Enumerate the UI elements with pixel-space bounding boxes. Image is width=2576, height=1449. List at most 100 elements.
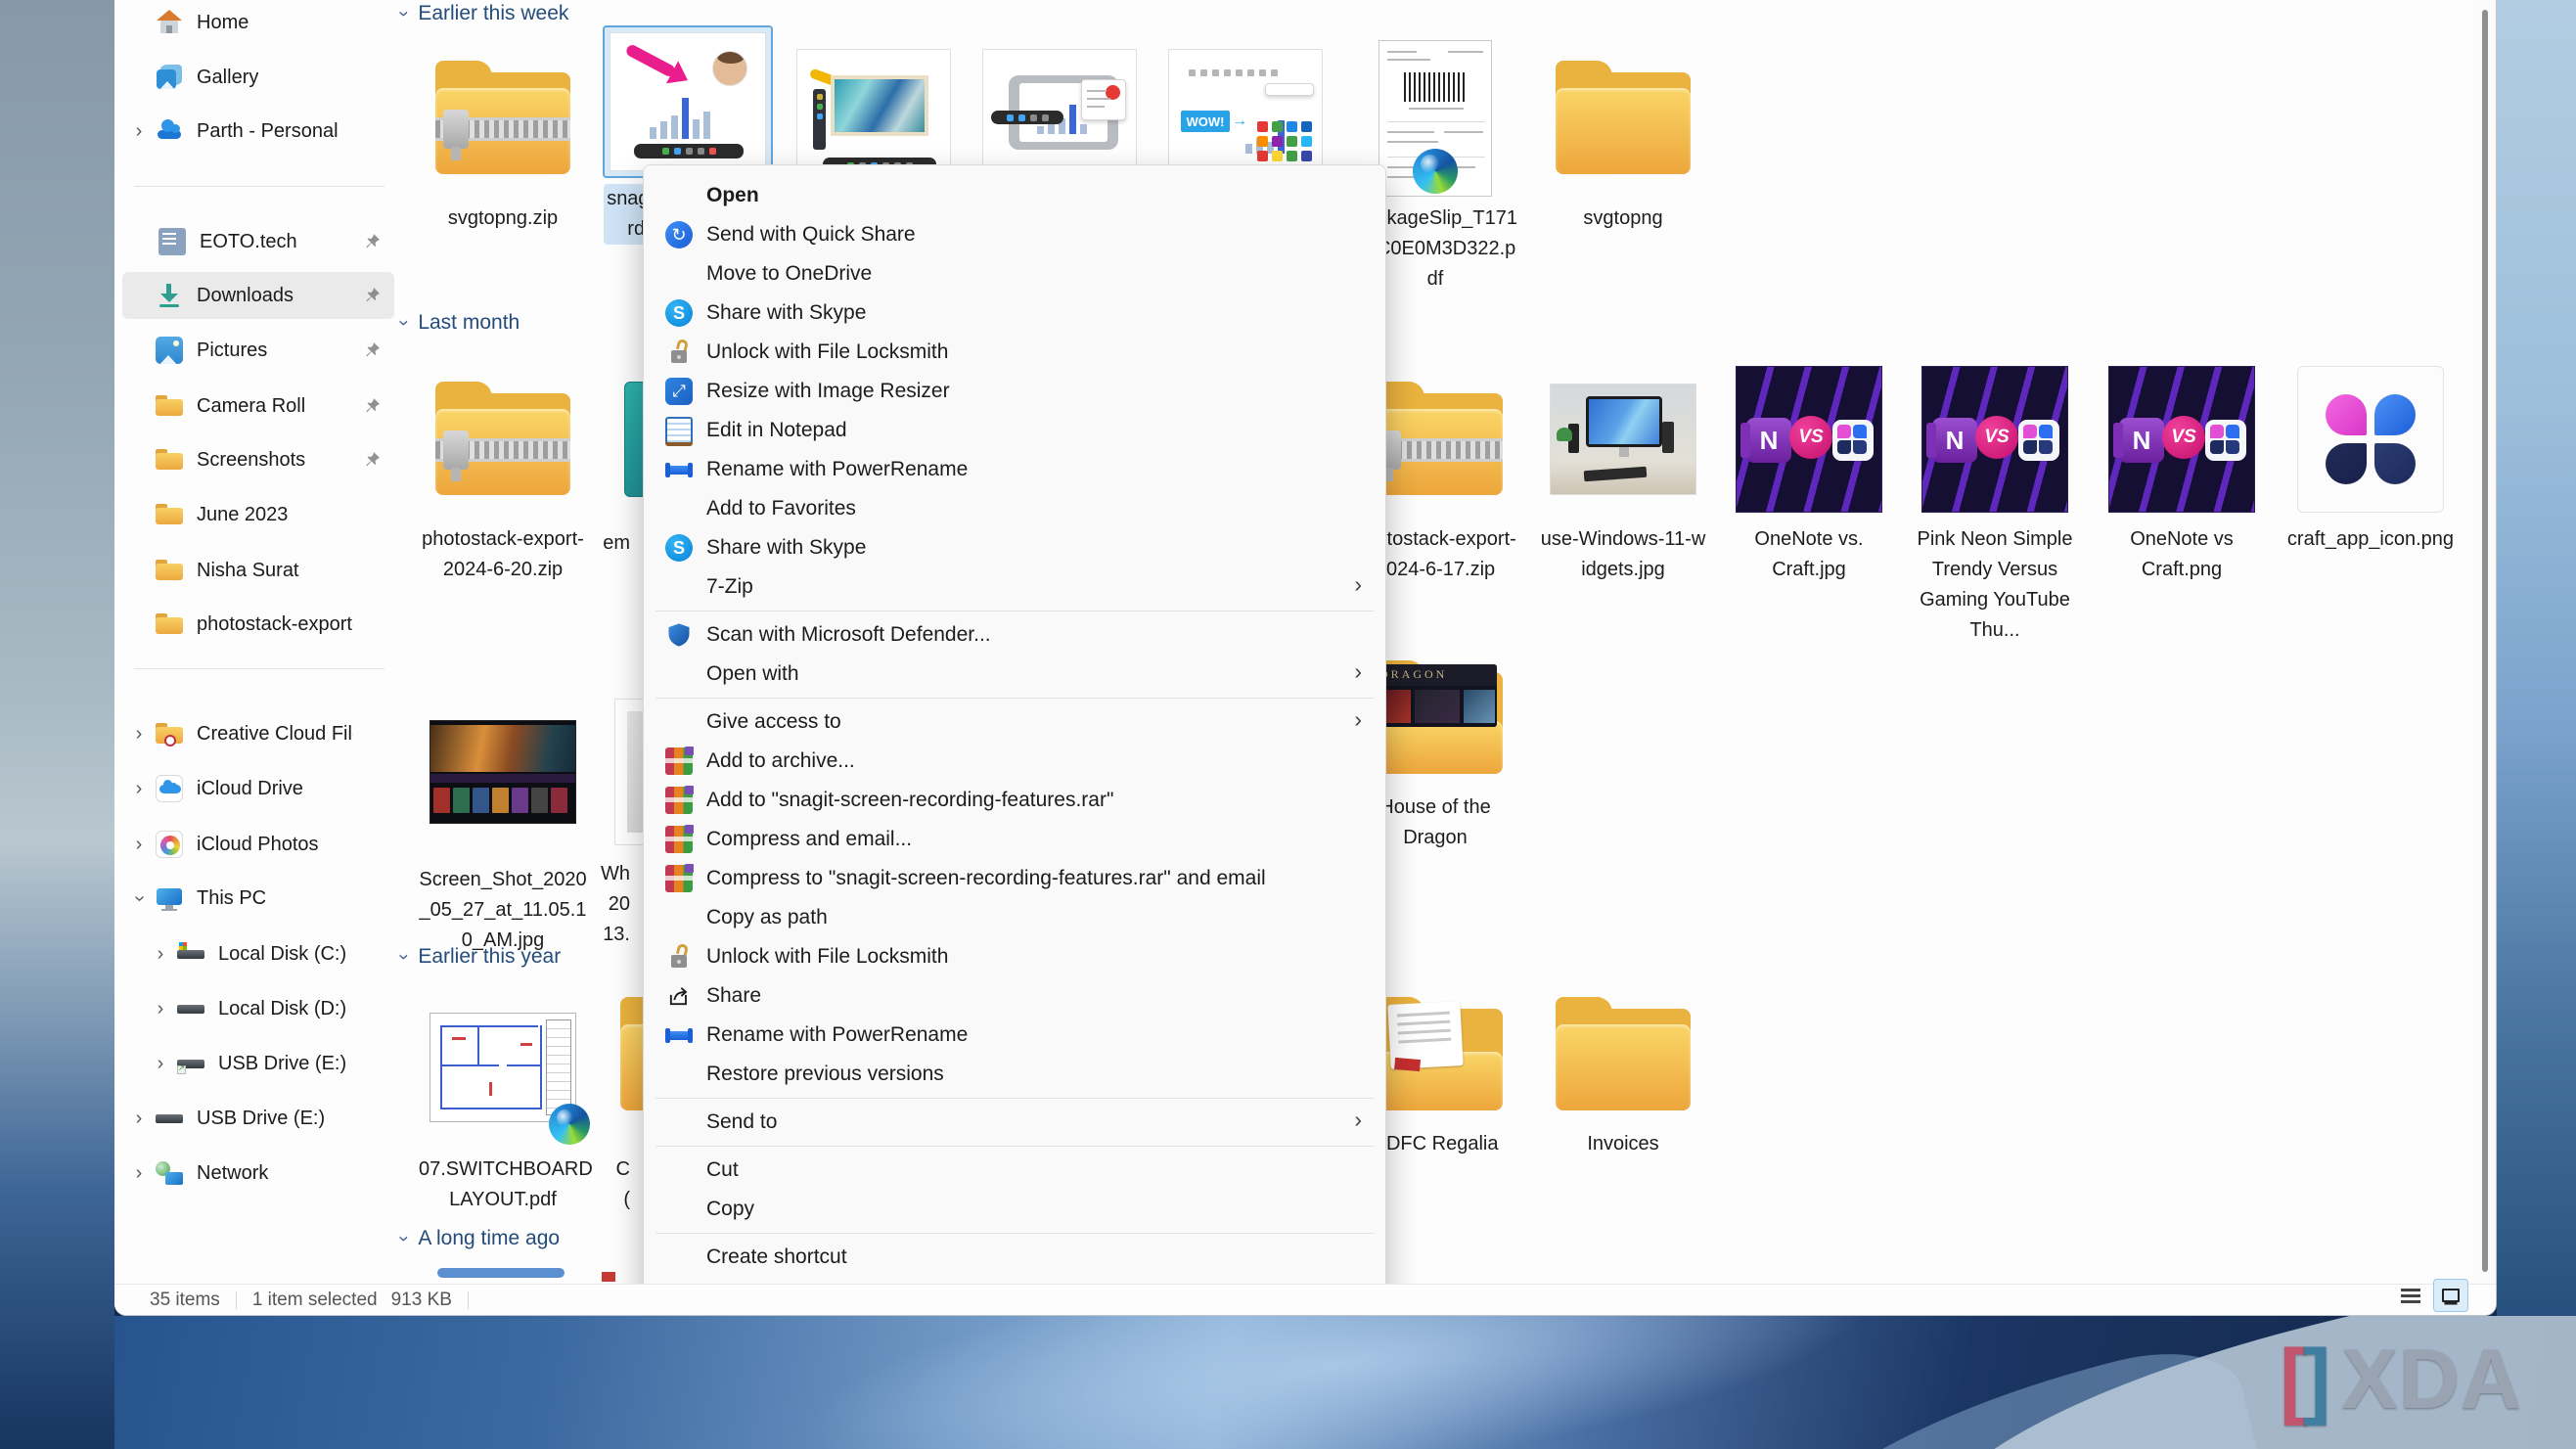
folder-icon xyxy=(156,611,183,638)
menu-item-powerrename[interactable]: Rename with PowerRename xyxy=(644,450,1385,489)
sidebar-item-eoto-tech[interactable]: EOTO.tech xyxy=(122,218,394,265)
menu-separator xyxy=(655,1146,1374,1147)
menu-item-unlock-file-locksmith[interactable]: Unlock with File Locksmith xyxy=(644,333,1385,372)
sidebar-item-pictures[interactable]: Pictures xyxy=(122,327,394,374)
chevron-down-icon: › xyxy=(393,1235,415,1243)
skype-icon xyxy=(665,534,693,562)
large-thumbnails-view-button[interactable] xyxy=(2433,1279,2468,1312)
sidebar-item-creative-cloud[interactable]: › Creative Cloud Files xyxy=(122,710,394,757)
onenote-logo: N xyxy=(1740,418,1791,463)
file-pink-neon-thumbnail[interactable]: N VS Pink Neon Simple Trendy Versus Gami… xyxy=(1902,360,2088,646)
menu-item-7zip[interactable]: 7-Zip › xyxy=(644,567,1385,607)
sidebar-item-label: iCloud Drive xyxy=(197,777,303,799)
sidebar-item-downloads[interactable]: Downloads xyxy=(122,272,394,319)
file-onenote-vs-craft-jpg[interactable]: N VS OneNote vs. Craft.jpg xyxy=(1716,360,1902,585)
menu-item-compress-to-rar-email[interactable]: Compress to "snagit-screen-recording-fea… xyxy=(644,859,1385,898)
menu-item-restore-previous[interactable]: Restore previous versions xyxy=(644,1055,1385,1094)
pin-icon xyxy=(363,233,381,250)
sidebar-item-network[interactable]: › Network xyxy=(122,1150,394,1197)
file-svgtopng-zip[interactable]: svgtopng.zip xyxy=(410,39,596,234)
context-menu: Open Send with Quick Share Move to OneDr… xyxy=(643,164,1386,1315)
folder-icon xyxy=(1550,61,1696,176)
details-view-button[interactable] xyxy=(2398,1283,2423,1308)
menu-item-add-favorites[interactable]: Add to Favorites xyxy=(644,489,1385,528)
sidebar-item-local-disk-d[interactable]: › Local Disk (D:) xyxy=(144,985,416,1032)
menu-item-add-to-rar[interactable]: Add to "snagit-screen-recording-features… xyxy=(644,781,1385,820)
sidebar-item-nisha-surat[interactable]: Nisha Surat xyxy=(122,547,394,594)
sidebar-item-label: Downloads xyxy=(197,284,294,306)
sidebar-item-home[interactable]: Home xyxy=(122,0,394,46)
file-craft-app-icon[interactable]: craft_app_icon.png xyxy=(2278,360,2463,555)
menu-item-share-skype[interactable]: Share with Skype xyxy=(644,294,1385,333)
menu-item-give-access[interactable]: Give access to › xyxy=(644,702,1385,742)
menu-item-copy-as-path[interactable]: Copy as path xyxy=(644,898,1385,937)
menu-item-quick-share[interactable]: Send with Quick Share xyxy=(644,215,1385,254)
sidebar-item-usb-drive-e2[interactable]: › USB Drive (E:) xyxy=(122,1095,394,1142)
menu-item-send-to[interactable]: Send to › xyxy=(644,1103,1385,1142)
zip-folder-icon xyxy=(429,382,576,497)
group-header-last-month[interactable]: › Last month xyxy=(393,311,520,335)
menu-item-edit-notepad[interactable]: Edit in Notepad xyxy=(644,411,1385,450)
menu-item-image-resizer[interactable]: Resize with Image Resizer xyxy=(644,372,1385,411)
sidebar-item-icloud-photos[interactable]: › iCloud Photos xyxy=(122,821,394,868)
pin-icon xyxy=(363,397,381,415)
onenote-logo: N xyxy=(2113,418,2164,463)
menu-item-share[interactable]: Share xyxy=(644,976,1385,1016)
sidebar-item-june-2023[interactable]: June 2023 xyxy=(122,491,394,538)
chevron-down-icon: › xyxy=(393,10,415,18)
winrar-icon xyxy=(665,747,694,775)
wallpaper-left-strip xyxy=(0,0,114,1449)
group-header-earlier-this-week[interactable]: › Earlier this week xyxy=(393,2,568,25)
sidebar-item-label: Screenshots xyxy=(197,448,306,471)
sidebar-item-gallery[interactable]: Gallery xyxy=(122,54,394,101)
menu-item-cut[interactable]: Cut xyxy=(644,1151,1385,1190)
photo-thumbnail xyxy=(1550,384,1696,495)
file-svgtopng-folder[interactable]: svgtopng xyxy=(1530,39,1716,234)
sidebar-item-label: Home xyxy=(197,11,249,33)
menu-item-compress-email[interactable]: Compress and email... xyxy=(644,820,1385,859)
sidebar-item-local-disk-c[interactable]: › Local Disk (C:) xyxy=(144,930,416,977)
defender-shield-icon xyxy=(665,621,693,649)
menu-item-unlock-file-locksmith-2[interactable]: Unlock with File Locksmith xyxy=(644,937,1385,976)
menu-separator xyxy=(655,698,1374,699)
menu-item-defender-scan[interactable]: Scan with Microsoft Defender... xyxy=(644,615,1385,655)
wallpaper-right-strip xyxy=(2497,0,2576,1316)
folder-icon xyxy=(156,446,183,474)
vertical-scrollbar[interactable] xyxy=(2474,0,2496,1284)
pin-icon xyxy=(363,287,381,304)
file-label: Invoices xyxy=(1587,1133,1659,1155)
xda-text: XDA xyxy=(2341,1333,2522,1426)
file-widgets-jpg[interactable]: use-Windows-11-widgets.jpg xyxy=(1530,360,1716,585)
file-label: svgtopng.zip xyxy=(447,207,559,229)
menu-item-create-shortcut[interactable]: Create shortcut xyxy=(644,1238,1385,1277)
sidebar-item-this-pc[interactable]: › This PC xyxy=(122,875,394,922)
file-label-fragment: Wh 20 13. xyxy=(601,863,630,945)
file-label-fragment: em xyxy=(603,532,630,554)
craft-app-thumbnail xyxy=(2297,366,2444,513)
menu-item-add-to-archive[interactable]: Add to archive... xyxy=(644,742,1385,781)
document-icon xyxy=(158,228,186,255)
wow-label: WOW! xyxy=(1181,111,1230,132)
submenu-chevron-icon: › xyxy=(1354,571,1362,597)
menu-item-share-skype-2[interactable]: Share with Skype xyxy=(644,528,1385,567)
menu-item-move-to-onedrive[interactable]: Move to OneDrive xyxy=(644,254,1385,294)
sidebar-item-usb-drive-e[interactable]: › USB Drive (E:) xyxy=(144,1040,416,1087)
disk-c-icon xyxy=(177,940,204,968)
sidebar-item-camera-roll[interactable]: Camera Roll xyxy=(122,383,394,430)
sidebar-separator xyxy=(134,668,384,669)
sidebar-item-screenshots[interactable]: Screenshots xyxy=(122,436,394,483)
sidebar-item-onedrive[interactable]: › Parth - Personal xyxy=(122,108,394,155)
menu-item-open[interactable]: Open xyxy=(644,176,1385,215)
scrollbar-thumb[interactable] xyxy=(2482,10,2488,1272)
usb-drive-icon xyxy=(177,1050,204,1077)
chevron-down-icon: › xyxy=(393,319,415,327)
group-header-a-long-time-ago[interactable]: › A long time ago xyxy=(393,1227,560,1250)
sidebar-item-photostack-export[interactable]: photostack-export-2 xyxy=(122,601,394,648)
cropped-file-icon xyxy=(437,1268,565,1278)
menu-item-powerrename-2[interactable]: Rename with PowerRename xyxy=(644,1016,1385,1055)
menu-item-copy[interactable]: Copy xyxy=(644,1190,1385,1229)
file-invoices-folder[interactable]: Invoices xyxy=(1530,986,1716,1159)
sidebar-item-icloud-drive[interactable]: › iCloud Drive xyxy=(122,765,394,812)
file-onenote-vs-craft-png[interactable]: N VS OneNote vs Craft.png xyxy=(2089,360,2275,585)
menu-item-open-with[interactable]: Open with › xyxy=(644,655,1385,694)
